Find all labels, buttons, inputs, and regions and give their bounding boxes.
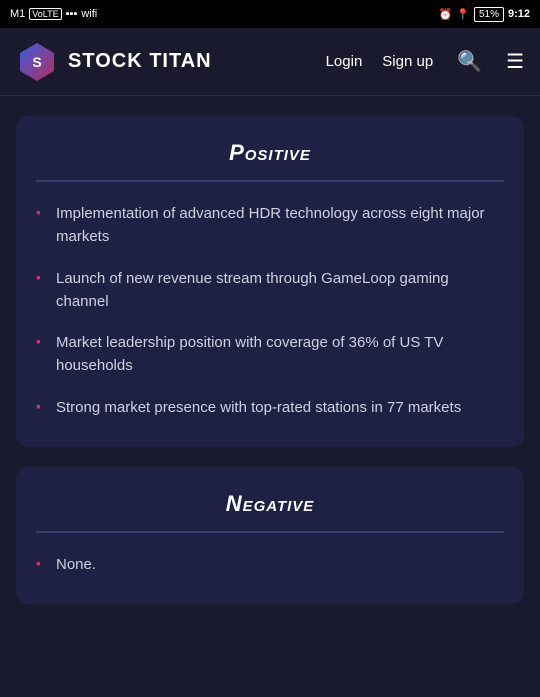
list-item: Launch of new revenue stream through Gam…: [36, 267, 504, 314]
list-item: Market leadership position with coverage…: [36, 331, 504, 378]
status-left: M1 VoLTE ▪▪▪ wifi: [10, 8, 97, 20]
carrier-label: M1: [10, 8, 25, 20]
positive-section: Positive Implementation of advanced HDR …: [16, 116, 524, 447]
brand-logo: S: [16, 41, 58, 83]
navbar: S STOCK TITAN Login Sign up 🔍 ☰: [0, 28, 540, 96]
negative-section: Negative None.: [16, 467, 524, 604]
location-icon: 📍: [456, 8, 470, 21]
wifi-icon: wifi: [81, 8, 97, 20]
brand-name: STOCK TITAN: [68, 50, 212, 73]
status-bar: M1 VoLTE ▪▪▪ wifi ⏰ 📍 51% 9:12: [0, 0, 540, 28]
negative-list: None.: [36, 553, 504, 576]
negative-title: Negative: [36, 491, 504, 517]
list-item: Implementation of advanced HDR technolog…: [36, 202, 504, 249]
volte-badge: VoLTE: [29, 8, 61, 20]
positive-list: Implementation of advanced HDR technolog…: [36, 202, 504, 419]
login-link[interactable]: Login: [326, 53, 363, 70]
battery-indicator: 51%: [474, 7, 504, 22]
clock-time: 9:12: [508, 8, 530, 20]
negative-divider: [36, 531, 504, 533]
status-right: ⏰ 📍 51% 9:12: [439, 7, 530, 22]
brand-container: S STOCK TITAN: [16, 41, 212, 83]
positive-divider: [36, 180, 504, 182]
list-item: None.: [36, 553, 504, 576]
signal-icon: ▪▪▪: [66, 8, 78, 20]
nav-links: Login Sign up 🔍 ☰: [326, 49, 524, 74]
search-icon[interactable]: 🔍: [457, 49, 482, 74]
alarm-icon: ⏰: [439, 8, 453, 21]
signup-link[interactable]: Sign up: [382, 53, 433, 70]
menu-icon[interactable]: ☰: [506, 49, 524, 74]
main-content: Positive Implementation of advanced HDR …: [0, 116, 540, 644]
list-item: Strong market presence with top-rated st…: [36, 396, 504, 419]
svg-text:S: S: [32, 54, 41, 70]
positive-title: Positive: [36, 140, 504, 166]
